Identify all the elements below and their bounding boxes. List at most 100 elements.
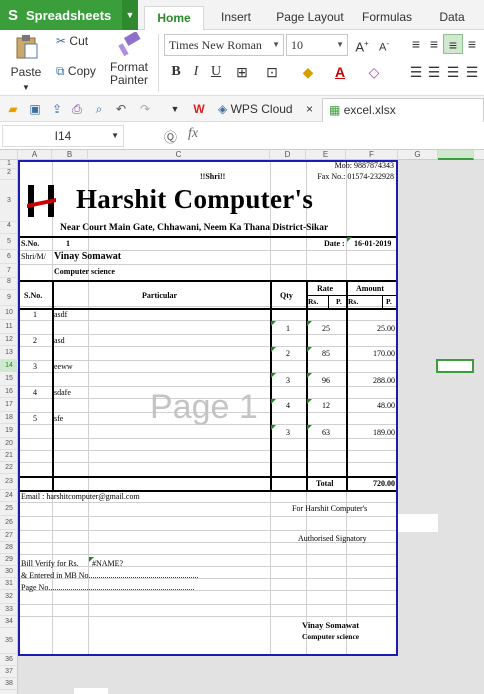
row-header[interactable]: 26: [0, 516, 18, 530]
paste-button[interactable]: Paste ▼: [6, 34, 46, 93]
row-header[interactable]: 20: [0, 438, 18, 450]
column-header[interactable]: D: [270, 150, 306, 160]
row-header[interactable]: 31: [0, 578, 18, 590]
row-header[interactable]: 16: [0, 386, 18, 398]
column-header[interactable]: G: [398, 150, 438, 160]
grid-line: [20, 306, 396, 307]
table-border: [20, 280, 396, 282]
bold-icon[interactable]: B: [166, 62, 186, 82]
zoom-icon[interactable]: Ⓠ: [164, 127, 177, 146]
row-header[interactable]: 13: [0, 346, 18, 360]
row-header[interactable]: 21: [0, 450, 18, 462]
align-more-icon[interactable]: ≡: [462, 34, 482, 54]
row-header[interactable]: 36: [0, 654, 18, 666]
wps-logo-icon[interactable]: W: [190, 100, 208, 118]
italic-icon[interactable]: I: [186, 62, 206, 82]
print-icon[interactable]: ⎙: [68, 100, 86, 118]
undo-icon[interactable]: ↶: [112, 100, 130, 118]
row-header[interactable]: 37: [0, 666, 18, 678]
tab-home[interactable]: Home: [144, 6, 204, 30]
row-header[interactable]: 22: [0, 462, 18, 474]
item-particular: asd: [54, 336, 65, 345]
row-header[interactable]: 28: [0, 542, 18, 554]
name-box[interactable]: I14 ▼: [2, 125, 124, 147]
redo-icon[interactable]: ↷: [136, 100, 154, 118]
wps-cloud-tab[interactable]: ◈ WPS Cloud ×: [214, 98, 318, 122]
row-header[interactable]: 11: [0, 320, 18, 334]
row-header[interactable]: 12: [0, 334, 18, 346]
font-name-value: Times New Roman: [169, 38, 262, 52]
align-top-icon[interactable]: ≡: [406, 34, 426, 54]
align-bottom-icon[interactable]: ≡: [443, 34, 463, 54]
file-tab[interactable]: ▦ excel.xlsx: [322, 98, 484, 122]
row-header[interactable]: 3: [0, 180, 18, 222]
tab-data[interactable]: Data: [426, 6, 478, 30]
app-menu-button[interactable]: S Spreadsheets ▼: [0, 0, 138, 30]
export-icon[interactable]: ⇪: [48, 100, 66, 118]
row-header[interactable]: 7: [0, 264, 18, 278]
row-header[interactable]: 1: [0, 160, 18, 169]
underline-icon[interactable]: U: [206, 62, 226, 82]
row-header[interactable]: 2: [0, 169, 18, 180]
open-folder-icon[interactable]: ▰: [4, 100, 22, 118]
format-painter-button[interactable]: Format Painter: [108, 31, 150, 87]
tab-page-layout[interactable]: Page Layout: [270, 6, 350, 30]
row-header[interactable]: 30: [0, 566, 18, 578]
column-header[interactable]: F: [346, 150, 398, 160]
chevron-down-icon[interactable]: ▼: [122, 0, 138, 30]
select-all-corner[interactable]: [0, 150, 18, 160]
font-name-select[interactable]: Times New Roman ▼: [164, 34, 284, 56]
clear-format-icon[interactable]: ◇: [364, 62, 384, 82]
column-header[interactable]: C: [88, 150, 270, 160]
close-icon[interactable]: ×: [306, 102, 313, 116]
font-color-icon[interactable]: A: [330, 62, 350, 82]
borders-icon[interactable]: ⊞: [232, 62, 252, 82]
copy-button[interactable]: ⧉ Copy: [56, 64, 106, 79]
row-header-selected[interactable]: 14: [0, 360, 18, 372]
column-header[interactable]: A: [18, 150, 52, 160]
align-center-icon[interactable]: ☰: [424, 62, 444, 82]
row-header[interactable]: 33: [0, 604, 18, 616]
font-size-select[interactable]: 10 ▼: [286, 34, 348, 56]
row-header[interactable]: 35: [0, 628, 18, 654]
row-header[interactable]: 4: [0, 222, 18, 234]
row-header[interactable]: 15: [0, 372, 18, 386]
grid-line: [20, 346, 396, 347]
align-left-icon[interactable]: ☰: [406, 62, 426, 82]
row-header[interactable]: 25: [0, 502, 18, 516]
row-header[interactable]: 17: [0, 398, 18, 412]
align-middle-icon[interactable]: ≡: [424, 34, 444, 54]
row-header[interactable]: 19: [0, 424, 18, 438]
print-preview-icon[interactable]: ⌕: [90, 100, 108, 118]
row-header[interactable]: 10: [0, 306, 18, 320]
merge-icon[interactable]: ⊡: [262, 62, 282, 82]
row-header[interactable]: 8: [0, 278, 18, 290]
column-header-selected[interactable]: [438, 150, 474, 160]
increase-font-icon[interactable]: A+: [352, 34, 372, 54]
fill-color-icon[interactable]: ◆: [298, 62, 318, 82]
cut-button[interactable]: ✂ Cut: [56, 34, 100, 48]
row-header[interactable]: 5: [0, 234, 18, 250]
row-header[interactable]: 6: [0, 250, 18, 264]
row-header[interactable]: 34: [0, 616, 18, 628]
tab-insert[interactable]: Insert: [208, 6, 264, 30]
row-header[interactable]: 38: [0, 678, 18, 690]
decrease-font-icon[interactable]: A-: [374, 34, 394, 54]
column-header[interactable]: B: [52, 150, 88, 160]
function-icon[interactable]: fx: [188, 126, 198, 142]
row-header[interactable]: 9: [0, 290, 18, 306]
chevron-down-icon[interactable]: ▼: [166, 100, 184, 118]
row-header[interactable]: 24: [0, 490, 18, 502]
row-header[interactable]: 29: [0, 554, 18, 566]
justify-icon[interactable]: ☰: [462, 62, 482, 82]
tab-formulas[interactable]: Formulas: [356, 6, 418, 30]
row-header[interactable]: 18: [0, 412, 18, 424]
save-icon[interactable]: ▣: [26, 100, 44, 118]
active-cell-cursor[interactable]: [436, 359, 474, 373]
formula-input[interactable]: [212, 125, 482, 147]
column-header[interactable]: E: [306, 150, 346, 160]
row-header[interactable]: 27: [0, 530, 18, 542]
row-header[interactable]: 32: [0, 590, 18, 604]
row-header[interactable]: 23: [0, 474, 18, 490]
align-right-icon[interactable]: ☰: [443, 62, 463, 82]
